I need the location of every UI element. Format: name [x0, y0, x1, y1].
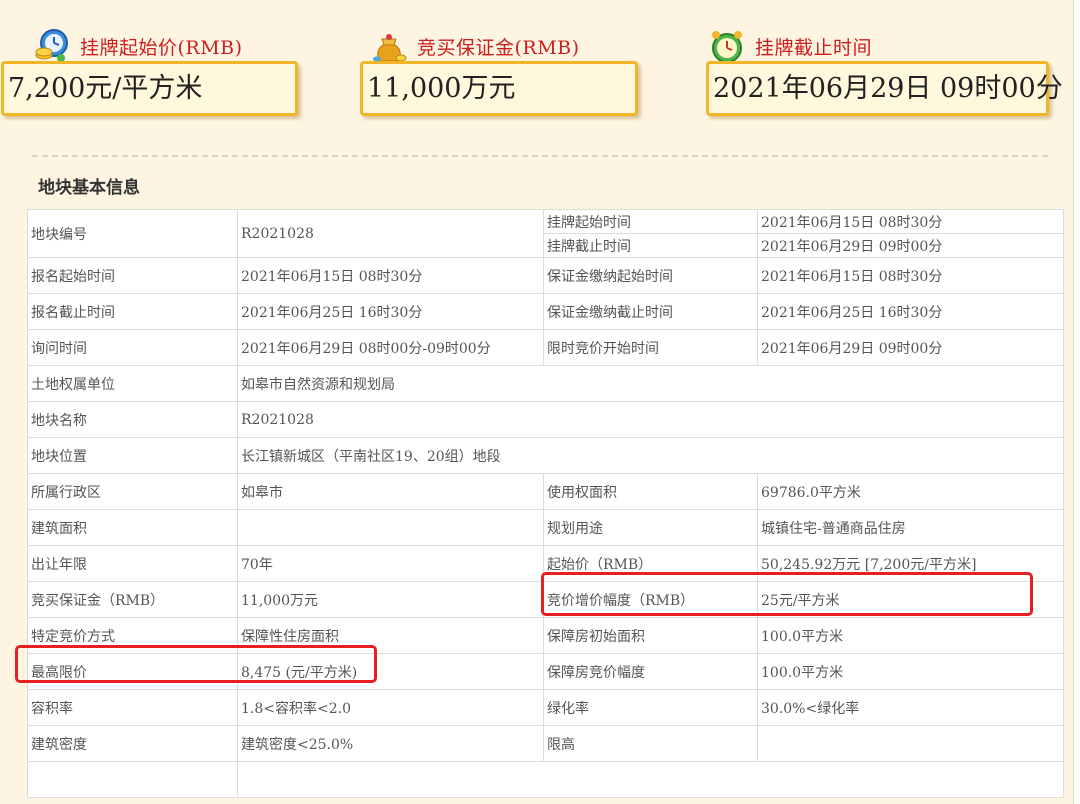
table-row: 最高限价 8,475 (元/平方米) 保障房竞价幅度 100.0平方米 [27, 653, 1064, 690]
cell-label: 地块名称 [27, 401, 238, 438]
table-row: 询问时间 2021年06月29日 08时00分-09时00分 限时竞价开始时间 … [27, 329, 1064, 366]
cell-label: 报名截止时间 [27, 293, 238, 330]
cell-value [237, 509, 544, 546]
cell-label: 询问时间 [27, 329, 238, 366]
cell-value: 69786.0平方米 [757, 473, 1064, 510]
cell-label: 报名起始时间 [27, 257, 238, 294]
cell-label: 出让年限 [27, 545, 238, 582]
land-info-table: 地块编号 R2021028 挂牌起始时间 2021年06月15日 08时30分 … [27, 209, 1064, 798]
cell-value: 2021年06月25日 16时30分 [237, 293, 544, 330]
cell-label: 保障房竞价幅度 [543, 653, 758, 690]
table-row: 土地权属单位 如皋市自然资源和规划局 [27, 365, 1064, 402]
scrollbar[interactable] [1073, 0, 1080, 804]
table-row: 容积率 1.8<容积率<2.0 绿化率 30.0%<绿化率 [27, 689, 1064, 726]
cell-value: 2021年06月25日 16时30分 [757, 293, 1064, 330]
cell-label: 地块位置 [27, 437, 238, 474]
cell-value: 11,000万元 [237, 581, 544, 618]
cell-value: 2021年06月29日 09时00分 [757, 329, 1064, 366]
listing-start-time-value: 2021年06月15日 08时30分 [757, 209, 1064, 234]
listing-end-time-label: 挂牌截止时间 [543, 233, 758, 258]
table-row: 报名起始时间 2021年06月15日 08时30分 保证金缴纳起始时间 2021… [27, 257, 1064, 294]
start-price-title: 挂牌起始价(RMB) [80, 36, 243, 59]
table-row: 报名截止时间 2021年06月25日 16时30分 保证金缴纳截止时间 2021… [27, 293, 1064, 330]
cell-label: 限高 [543, 725, 758, 762]
money-bag-icon [373, 34, 407, 62]
cell-value: 2021年06月15日 08时30分 [237, 257, 544, 294]
cell-label: 土地权属单位 [27, 365, 238, 402]
table-row: 地块位置 长江镇新城区（平南社区19、20组）地段 [27, 437, 1064, 474]
cell-value: 70年 [237, 545, 544, 582]
cell-value: 如皋市自然资源和规划局 [237, 365, 1064, 402]
cell-value: 30.0%<绿化率 [757, 689, 1064, 726]
plot-number-label: 地块编号 [27, 209, 238, 258]
cell-value: 1.8<容积率<2.0 [237, 689, 544, 726]
cell-label: 保障房初始面积 [543, 617, 758, 654]
start-price-cell: 50,245.92万元 [7,200元/平方米] [757, 545, 1064, 582]
table-row: 地块编号 R2021028 挂牌起始时间 2021年06月15日 08时30分 [27, 209, 1064, 258]
cell-label: 建筑密度 [27, 725, 238, 762]
alarm-clock-icon [712, 31, 742, 63]
cell-label: 规划用途 [543, 509, 758, 546]
table-row: 出让年限 70年 起始价（RMB） 50,245.92万元 [7,200元/平方… [27, 545, 1064, 582]
cell-label: 保证金缴纳截止时间 [543, 293, 758, 330]
table-row: 所属行政区 如皋市 使用权面积 69786.0平方米 [27, 473, 1064, 510]
table-row: 竞买保证金（RMB） 11,000万元 竞价增价幅度（RMB） 25元/平方米 [27, 581, 1064, 618]
plot-number-value: R2021028 [237, 209, 544, 258]
clock-coins-icon [35, 29, 68, 62]
deposit-value: 11,000万元 [360, 61, 638, 116]
cell-label: 竞买保证金（RMB） [27, 581, 238, 618]
cell-label: 最高限价 [27, 653, 238, 690]
cell-value: 8,475 (元/平方米) [237, 653, 544, 690]
cell-value [237, 761, 1064, 798]
bidding-method-label: 特定竞价方式 [27, 617, 238, 654]
section-divider [32, 155, 1048, 157]
cell-value: 2021年06月15日 08时30分 [757, 257, 1064, 294]
cell-label: 所属行政区 [27, 473, 238, 510]
cell-value: 城镇住宅-普通商品住房 [757, 509, 1064, 546]
summary-cards: 挂牌起始价(RMB) 7,200元/平方米 竞买保证金(RMB) 11,000万… [0, 0, 1073, 150]
listing-start-time-label: 挂牌起始时间 [543, 209, 758, 234]
cell-label [27, 761, 238, 798]
start-price-label: 起始价（RMB） [543, 545, 758, 582]
deposit-title: 竞买保证金(RMB) [417, 36, 580, 59]
cell-value: 25元/平方米 [757, 581, 1064, 618]
cell-label: 绿化率 [543, 689, 758, 726]
listing-end-time-value: 2021年06月29日 09时00分 [757, 233, 1064, 258]
cell-value: 建筑密度<25.0% [237, 725, 544, 762]
cell-value [757, 725, 1064, 762]
cell-label: 建筑面积 [27, 509, 238, 546]
table-row [27, 761, 1064, 798]
bidding-method-value: 保障性住房面积 [237, 617, 544, 654]
section-title: 地块基本信息 [38, 178, 140, 198]
cell-label: 保证金缴纳起始时间 [543, 257, 758, 294]
cell-value: 长江镇新城区（平南社区19、20组）地段 [237, 437, 1064, 474]
cell-label: 使用权面积 [543, 473, 758, 510]
cell-value: 如皋市 [237, 473, 544, 510]
cell-value: 2021年06月29日 08时00分-09时00分 [237, 329, 544, 366]
table-row: 建筑面积 规划用途 城镇住宅-普通商品住房 [27, 509, 1064, 546]
deadline-value: 2021年06月29日 09时00分 [706, 61, 1063, 116]
cell-value: 100.0平方米 [757, 617, 1064, 654]
cell-value: R2021028 [237, 401, 1064, 438]
cell-value: 100.0平方米 [757, 653, 1064, 690]
cell-label: 竞价增价幅度（RMB） [543, 581, 758, 618]
start-price-value: 7,200元/平方米 [1, 61, 298, 116]
table-row: 地块名称 R2021028 [27, 401, 1064, 438]
table-row: 特定竞价方式 保障性住房面积 保障房初始面积 100.0平方米 [27, 617, 1064, 654]
cell-label: 限时竞价开始时间 [543, 329, 758, 366]
cell-label: 容积率 [27, 689, 238, 726]
deadline-title: 挂牌截止时间 [755, 36, 873, 59]
table-row: 建筑密度 建筑密度<25.0% 限高 [27, 725, 1064, 762]
